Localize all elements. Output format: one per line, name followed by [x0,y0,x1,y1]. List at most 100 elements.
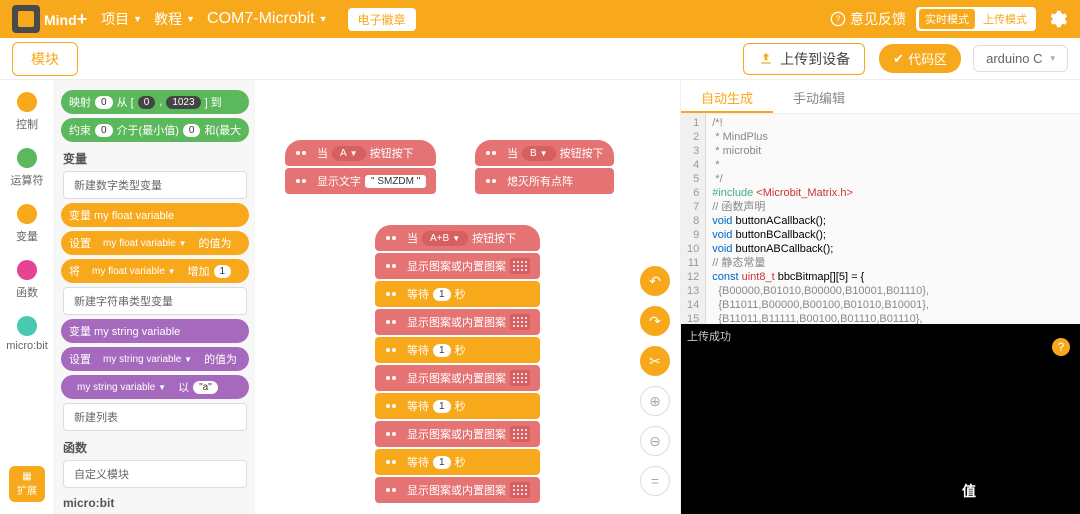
block-wait[interactable]: 等待1秒 [375,337,540,363]
menu-tutorial[interactable]: 教程▼ [154,9,195,29]
project-name-chip[interactable]: 电子徽章 [348,8,416,31]
chevron-down-icon: ▼ [158,383,166,392]
code-tabs: 自动生成 手动编辑 [681,80,1080,114]
block-set-var[interactable]: 设置 my float variable ▼ 的值为 [61,231,249,255]
plus-icon: ▦ [22,471,31,482]
cat-microbit[interactable]: micro:bit [6,316,48,352]
block-show-text[interactable]: 显示文字 " SMZDM " [285,168,436,194]
cat-variables[interactable]: 变量 [16,204,38,244]
tab-blocks[interactable]: 模块 [12,42,78,76]
stack-a[interactable]: 当 A▼ 按钮按下 显示文字 " SMZDM " [285,140,436,194]
block-var-string[interactable]: 变量 my string variable [61,319,249,343]
language-select[interactable]: arduino C▾ [973,45,1068,72]
button-select-ab[interactable]: A+B▼ [422,231,468,246]
block-join-string[interactable]: my string variable ▼ 以"a" [61,375,249,399]
block-show-pattern[interactable]: 显示图案或内置图案 [375,365,540,391]
matrix-icon[interactable] [510,482,530,498]
block-show-pattern[interactable]: 显示图案或内置图案 [375,253,540,279]
help-icon[interactable]: ? [1052,338,1070,356]
matrix-icon[interactable] [510,370,530,386]
feedback-link[interactable]: ? 意见反馈 [830,9,906,29]
block-show-pattern[interactable]: 显示图案或内置图案 [375,477,540,503]
brand-name: Mind+ [44,9,101,30]
new-number-var-button[interactable]: 新建数字类型变量 [63,171,247,199]
hat-when-a: 当 A▼ 按钮按下 [285,140,436,166]
text-input[interactable]: " SMZDM " [365,175,426,188]
toolbar: 模块 上传到设备 ✔ 代码区 arduino C▾ [0,38,1080,80]
section-microbit: micro:bit [63,496,247,510]
block-var-float[interactable]: 变量 my float variable [61,203,249,227]
connector-icon [385,232,403,244]
block-change-var[interactable]: 将 my float variable ▼ 增加1 [61,259,249,283]
connector-icon [485,147,503,159]
cat-operators[interactable]: 运算符 [11,148,44,188]
cat-control[interactable]: 控制 [16,92,38,132]
matrix-icon[interactable] [510,426,530,442]
matrix-icon[interactable] [510,258,530,274]
menu-board[interactable]: COM7-Microbit▼ [207,10,327,28]
undo-button[interactable]: ↶ [640,266,670,296]
block-set-string[interactable]: 设置 my string variable ▼ 的值为 [61,347,249,371]
chevron-down-icon: ▼ [179,239,187,248]
gear-icon[interactable] [1046,8,1068,30]
logo-icon [12,5,40,33]
custom-block-button[interactable]: 自定义模块 [63,460,247,488]
tab-auto-generate[interactable]: 自动生成 [681,80,773,113]
button-select-a[interactable]: A▼ [332,146,366,161]
main-content: 控制 运算符 变量 函数 micro:bit ▦扩展 映射0 从 [0 ,102… [0,80,1080,514]
upload-icon [758,51,774,67]
crop-button[interactable]: ✂ [640,346,670,376]
matrix-icon[interactable] [510,314,530,330]
section-functions: 函数 [63,439,247,456]
zoom-reset-button[interactable]: = [640,466,670,496]
connector-icon [485,175,503,187]
code-panel: 自动生成 手动编辑 123456789101112131415161718 /*… [680,80,1080,514]
cat-functions[interactable]: 函数 [16,260,38,300]
zoom-in-button[interactable]: ⊕ [640,386,670,416]
zoom-out-button[interactable]: ⊖ [640,426,670,456]
new-string-var-button[interactable]: 新建字符串类型变量 [63,287,247,315]
category-rail: 控制 运算符 变量 函数 micro:bit ▦扩展 [0,80,55,514]
tab-manual-edit[interactable]: 手动编辑 [773,80,865,113]
new-list-button[interactable]: 新建列表 [63,403,247,431]
block-constrain[interactable]: 约束0 介于(最小值)0 和(最大 [61,118,249,142]
block-map[interactable]: 映射0 从 [0 ,1023 ] 到 [61,90,249,114]
canvas-controls: ↶ ↷ ✂ ⊕ ⊖ = [640,266,670,496]
chevron-down-icon: ▼ [186,14,195,24]
mode-realtime[interactable]: 实时模式 [919,9,975,29]
redo-button[interactable]: ↷ [640,306,670,336]
watermark: 值 什么值得买 [956,478,1068,504]
code-area-button[interactable]: ✔ 代码区 [879,44,961,73]
block-clear-matrix[interactable]: 熄灭所有点阵 [475,168,614,194]
mode-switch[interactable]: 实时模式 上传模式 [916,7,1036,31]
code-editor[interactable]: 123456789101112131415161718 /*! * MindPl… [681,114,1080,324]
svg-text:?: ? [836,15,841,24]
block-canvas[interactable]: 当 A▼ 按钮按下 显示文字 " SMZDM " 当 B▼ 按钮按下 熄灭所有点… [255,80,680,514]
check-icon: ✔ [893,51,904,67]
app-header: Mind+ 项目▼ 教程▼ COM7-Microbit▼ 电子徽章 ? 意见反馈… [0,0,1080,38]
bubble-icon: ? [830,11,846,27]
menu-project[interactable]: 项目▼ [101,9,142,29]
extensions-button[interactable]: ▦扩展 [9,466,45,502]
block-wait[interactable]: 等待1秒 [375,449,540,475]
chevron-down-icon: ▼ [168,267,176,276]
upload-button[interactable]: 上传到设备 [743,43,865,75]
block-show-pattern[interactable]: 显示图案或内置图案 [375,421,540,447]
button-select-b[interactable]: B▼ [522,146,556,161]
console-status: 上传成功 [687,331,731,343]
block-wait[interactable]: 等待1秒 [375,281,540,307]
connector-icon [295,175,313,187]
hat-when-b: 当 B▼ 按钮按下 [475,140,614,166]
hat-when-ab: 当 A+B▼ 按钮按下 [375,225,540,251]
chevron-down-icon: ▼ [133,14,142,24]
block-palette: 映射0 从 [0 ,1023 ] 到 约束0 介于(最小值)0 和(最大 变量 … [55,80,255,514]
chevron-down-icon: ▼ [184,355,192,364]
stack-ab[interactable]: 当 A+B▼ 按钮按下 显示图案或内置图案 等待1秒 显示图案或内置图案 等待1… [375,225,540,503]
section-variables: 变量 [63,150,247,167]
block-show-pattern[interactable]: 显示图案或内置图案 [375,309,540,335]
stack-b[interactable]: 当 B▼ 按钮按下 熄灭所有点阵 [475,140,614,194]
line-gutter: 123456789101112131415161718 [681,114,706,324]
connector-icon [295,147,313,159]
mode-upload[interactable]: 上传模式 [977,9,1033,29]
block-wait[interactable]: 等待1秒 [375,393,540,419]
